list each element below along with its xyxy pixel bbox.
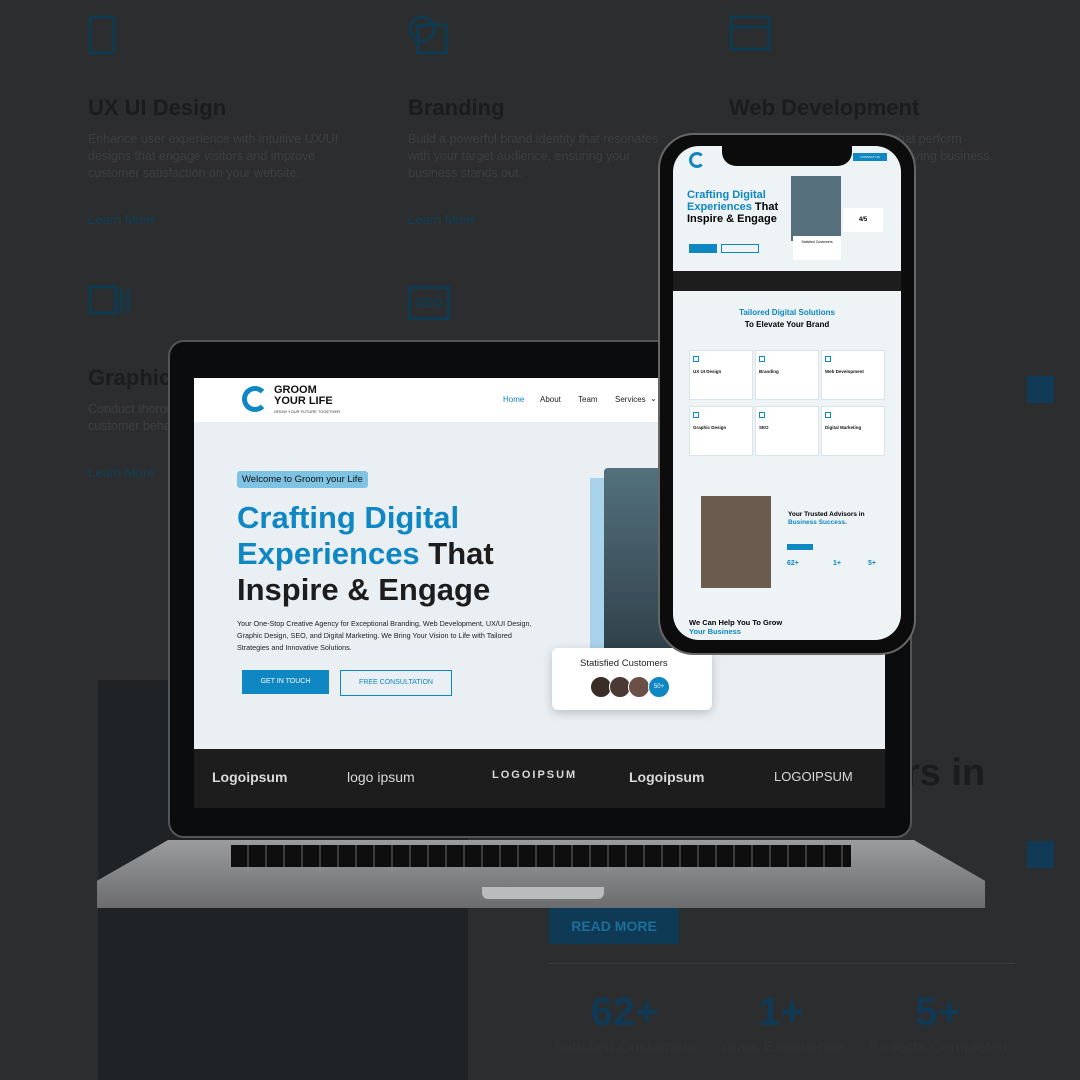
phone-hero-heading: Crafting Digital Experiences That Inspir… xyxy=(687,189,797,225)
hero-heading-blue: Crafting Digital Experiences xyxy=(237,500,460,571)
satisfied-customers-card: Statisfied Customers 50+ xyxy=(552,648,712,710)
bg-stat: 5+ Projects Completed xyxy=(862,990,1014,1057)
nav-services[interactable]: Services xyxy=(615,395,646,404)
partner-logo: LOGOIPSUM xyxy=(774,769,853,784)
partner-logo: Logoipsum xyxy=(629,769,705,785)
bg-service-uxui: UX UI Design Enhance user experience wit… xyxy=(88,15,388,227)
partner-logo: LOGOIPSUM xyxy=(492,769,578,781)
chevron-down-icon: ⌄ xyxy=(650,394,657,403)
brand-name[interactable]: GROOM YOUR LIFE xyxy=(274,385,333,407)
seo-icon xyxy=(759,412,765,418)
stat-number: 5+ xyxy=(868,560,876,567)
bg-section-title: rs in xyxy=(905,752,986,794)
bg-scroll-up-button[interactable] xyxy=(1027,841,1054,868)
nav-about[interactable]: About xyxy=(540,395,561,404)
stat-number: 1+ xyxy=(758,990,804,1034)
service-card[interactable]: Branding xyxy=(755,350,819,400)
welcome-badge: Welcome to Groom your Life xyxy=(237,471,368,488)
section-title-blue: Tailored Digital Solutions xyxy=(739,308,835,317)
bg-stat: 1+ Years Experience xyxy=(716,990,846,1057)
phone-satisfied-card: Satisfied Customers xyxy=(793,236,841,260)
service-card-title: Web Development xyxy=(825,369,864,374)
service-card[interactable]: UX UI Design xyxy=(689,350,753,400)
service-card[interactable]: Graphic Design xyxy=(689,406,753,456)
phone-secondary-button[interactable] xyxy=(721,244,759,253)
partner-logo: logo ipsum xyxy=(347,769,415,785)
bg-service-desc: Build a powerful brand identity that res… xyxy=(408,132,659,180)
shapes-icon xyxy=(759,356,765,362)
mobile-icon xyxy=(88,15,128,55)
rating-card: 4/5 xyxy=(843,208,883,232)
bg-service-title: Branding xyxy=(408,95,505,120)
help-dark: We Can Help You To Grow xyxy=(689,618,783,627)
help-blue: Your Business xyxy=(689,627,741,636)
mobile-icon xyxy=(693,356,699,362)
phone-help-title: We Can Help You To Grow Your Business xyxy=(689,618,789,636)
stat-number: 62+ xyxy=(787,560,799,567)
advisors-blue: Business Success. xyxy=(788,519,847,526)
stat-label: Years Experience xyxy=(718,1039,844,1056)
phone-read-more-button[interactable] xyxy=(787,544,813,550)
stat-label: Satisfied Customers xyxy=(552,1039,697,1056)
brand-tagline: GROW YOUR FUTURE TOGETHER xyxy=(274,409,341,414)
nav-team[interactable]: Team xyxy=(578,395,598,404)
laptop-keyboard xyxy=(231,845,851,867)
stat-number: 5+ xyxy=(915,990,961,1034)
megaphone-icon xyxy=(825,412,831,418)
contact-us-button[interactable]: CONTACT US xyxy=(853,153,887,161)
service-card-title: Branding xyxy=(759,369,779,374)
stat-number: 1+ xyxy=(833,560,841,567)
image-icon xyxy=(693,412,699,418)
shapes-icon xyxy=(408,15,448,55)
brand-logo-icon xyxy=(242,386,268,412)
phone-notch xyxy=(722,138,852,166)
hero-heading: Crafting Digital Experiences That Inspir… xyxy=(237,500,567,608)
bg-stat: 62+ Satisfied Customers xyxy=(548,990,701,1057)
phone-section-title: Tailored Digital Solutions To Elevate You… xyxy=(673,307,901,331)
brand-logo-icon xyxy=(689,152,705,168)
partner-logo: Logoipsum xyxy=(212,769,288,785)
service-card[interactable]: Digital Marketing xyxy=(821,406,885,456)
phone-cta-button[interactable] xyxy=(689,244,717,253)
bg-scroll-up-button[interactable] xyxy=(1027,376,1054,403)
logo-strip: Logoipsum logo ipsum LOGOIPSUM Logoipsum… xyxy=(194,749,885,808)
service-card[interactable]: SEO xyxy=(755,406,819,456)
phone-advisors-title: Your Trusted Advisors in Business Success… xyxy=(788,511,888,527)
bg-service-title: UX UI Design xyxy=(88,95,227,120)
service-card-title: UX UI Design xyxy=(693,369,722,374)
advisors-dark: Your Trusted Advisors in xyxy=(788,511,865,518)
satisfied-label: Statisfied Customers xyxy=(580,658,668,669)
customer-count-badge: 50+ xyxy=(648,676,670,698)
seo-icon: SEO xyxy=(408,286,450,320)
get-in-touch-button[interactable]: GET IN TOUCH xyxy=(242,670,329,694)
phone-advisors-photo xyxy=(701,496,771,588)
brand-line: YOUR LIFE xyxy=(274,395,333,407)
phone-hero-photo xyxy=(791,176,841,241)
section-title-dark: To Elevate Your Brand xyxy=(744,320,830,329)
stat-label: Projects Completed xyxy=(868,1039,1008,1056)
hero-paragraph: Your One-Stop Creative Agency for Except… xyxy=(237,619,532,652)
bg-learn-more-link[interactable]: Learn More xyxy=(88,212,388,227)
service-card-title: SEO xyxy=(759,425,769,430)
service-card-title: Graphic Design xyxy=(693,425,727,430)
laptop-trackpad xyxy=(482,887,604,899)
bg-read-more-button[interactable]: READ MORE xyxy=(549,908,679,944)
free-consultation-button[interactable]: FREE CONSULTATION xyxy=(340,670,452,696)
browser-icon xyxy=(729,15,771,55)
bg-service-desc: Enhance user experience with intuitive U… xyxy=(88,132,339,180)
browser-icon xyxy=(825,356,831,362)
nav-home[interactable]: Home xyxy=(503,395,524,404)
service-card[interactable]: Web Development xyxy=(821,350,885,400)
avatar xyxy=(628,676,650,698)
phone-screen: CONTACT US Crafting Digital Experiences … xyxy=(673,146,901,640)
image-icon xyxy=(88,285,130,325)
phone-logo-strip xyxy=(673,271,901,291)
stat-number: 62+ xyxy=(590,990,659,1034)
bg-service-title: Web Development xyxy=(729,95,920,120)
service-card-title: Digital Marketing xyxy=(825,425,862,430)
